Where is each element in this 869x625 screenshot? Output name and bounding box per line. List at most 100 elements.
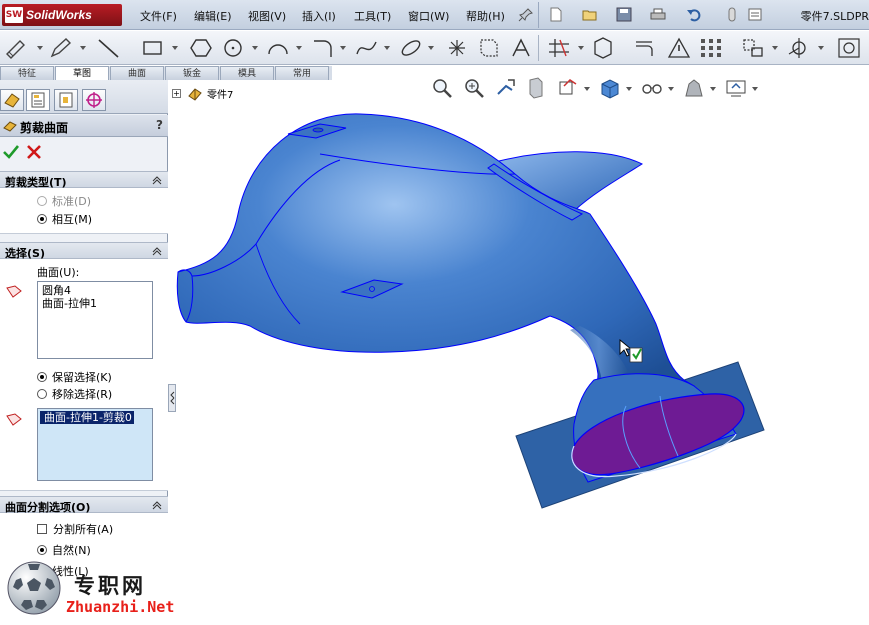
offset-entities-icon[interactable] (632, 36, 658, 60)
section-view-icon[interactable] (524, 76, 548, 100)
dropdown-arrow[interactable] (428, 46, 434, 50)
menu-tools[interactable]: 工具(T) (354, 8, 391, 24)
radio-keep-selection[interactable]: 保留选择(K) (37, 369, 112, 385)
menu-view[interactable]: 视图(V) (248, 8, 286, 24)
sketch-fillet-icon[interactable] (310, 36, 336, 60)
rapid-sketch-icon[interactable] (836, 36, 862, 60)
dolphin-surface-model[interactable] (170, 104, 869, 625)
tree-expander[interactable]: + (172, 89, 181, 98)
display-relations-icon[interactable] (666, 36, 692, 60)
apply-scene-icon[interactable] (682, 76, 706, 100)
dim-expert-tab[interactable] (82, 89, 106, 111)
tab-surfaces[interactable]: 曲面 (110, 66, 164, 80)
sketch-pencil-icon[interactable] (48, 36, 74, 60)
dropdown-arrow[interactable] (80, 46, 86, 50)
convert-entities-icon[interactable] (590, 36, 616, 60)
dropdown-arrow[interactable] (172, 46, 178, 50)
linear-pattern-icon[interactable] (698, 36, 724, 60)
dropdown-arrow[interactable] (626, 87, 632, 91)
tab-mold-tools[interactable]: 模具 (220, 66, 274, 80)
save-icon[interactable] (616, 7, 632, 22)
menu-edit[interactable]: 编辑(E) (194, 8, 232, 24)
feature-manager-tab[interactable] (0, 89, 24, 111)
line-icon[interactable] (96, 36, 122, 60)
part-icon (188, 87, 202, 101)
collapse-chevron-icon[interactable] (152, 500, 162, 510)
dropdown-arrow[interactable] (252, 46, 258, 50)
dropdown-arrow[interactable] (710, 87, 716, 91)
undo-icon[interactable] (686, 7, 702, 22)
surfaces-listbox[interactable]: 圆角4 曲面-拉伸1 (37, 281, 153, 359)
arc-icon[interactable] (265, 36, 291, 60)
list-item[interactable]: 圆角4 (38, 284, 152, 297)
split-options-group-header[interactable]: 曲面分割选项(O) (0, 496, 168, 514)
previous-view-icon[interactable] (494, 76, 518, 100)
collapse-chevron-icon[interactable] (152, 175, 162, 185)
dropdown-arrow[interactable] (340, 46, 346, 50)
tab-sheet-metal[interactable]: 钣金 (165, 66, 219, 80)
sketch-text-icon[interactable] (508, 36, 534, 60)
pin-icon[interactable] (518, 7, 534, 22)
tab-common[interactable]: 常用 (275, 66, 329, 80)
open-document-icon[interactable] (582, 7, 598, 22)
selection-group-header[interactable]: 选择(S) (0, 242, 168, 260)
radio-natural[interactable]: 自然(N) (37, 542, 91, 558)
spline-icon[interactable] (354, 36, 380, 60)
display-style-icon[interactable] (598, 76, 622, 100)
options-icon[interactable] (748, 7, 764, 22)
zoom-to-fit-icon[interactable] (430, 76, 454, 100)
sketch-plane-icon[interactable] (476, 36, 502, 60)
collapse-chevron-icon[interactable] (152, 246, 162, 256)
sketch-toolbar (0, 31, 869, 65)
checkbox-split-all[interactable]: 分割所有(A) (37, 521, 113, 537)
trim-type-group-header[interactable]: 剪裁类型(T) (0, 171, 168, 189)
radio-mutual[interactable]: 相互(M) (37, 211, 92, 227)
list-item-selected[interactable]: 曲面-拉伸1-剪裁0 (40, 411, 134, 424)
feature-tree-flyout[interactable]: + 零件7 (172, 86, 233, 101)
pieces-listbox[interactable]: 曲面-拉伸1-剪裁0 (37, 408, 153, 481)
move-entities-icon[interactable] (740, 36, 766, 60)
view-orientation-icon[interactable] (556, 76, 580, 100)
ellipse-icon[interactable] (398, 36, 424, 60)
ok-check-icon[interactable] (2, 143, 20, 161)
quick-snaps-icon[interactable] (786, 36, 812, 60)
traffic-light-icon[interactable] (724, 7, 740, 22)
dropdown-arrow[interactable] (578, 46, 584, 50)
dropdown-arrow[interactable] (752, 87, 758, 91)
cancel-x-icon[interactable] (25, 143, 43, 161)
tab-features[interactable]: 特征 (0, 66, 54, 80)
point-icon[interactable] (444, 36, 470, 60)
print-icon[interactable] (650, 7, 666, 22)
rectangle-icon[interactable] (140, 36, 166, 60)
circle-icon[interactable] (220, 36, 246, 60)
solidworks-logo[interactable]: SW SolidWorks (2, 4, 122, 26)
property-manager-tab[interactable] (26, 89, 50, 111)
dropdown-arrow[interactable] (584, 87, 590, 91)
list-item[interactable]: 曲面-拉伸1 (38, 297, 152, 310)
dropdown-arrow[interactable] (384, 46, 390, 50)
configuration-icon (59, 92, 73, 108)
dropdown-arrow[interactable] (668, 87, 674, 91)
radio-remove-selection[interactable]: 移除选择(R) (37, 386, 112, 402)
new-document-icon[interactable] (548, 7, 564, 22)
menu-file[interactable]: 文件(F) (140, 8, 177, 24)
help-button[interactable]: ? (156, 118, 163, 132)
radio-standard[interactable]: 标准(D) (37, 193, 91, 209)
dropdown-arrow[interactable] (37, 46, 43, 50)
zoom-to-area-icon[interactable] (462, 76, 486, 100)
trim-entities-icon[interactable] (546, 36, 572, 60)
dropdown-arrow[interactable] (818, 46, 824, 50)
feature-tree-icon (4, 93, 20, 108)
menu-help[interactable]: 帮助(H) (466, 8, 505, 24)
dropdown-arrow[interactable] (296, 46, 302, 50)
view-settings-icon[interactable] (724, 76, 748, 100)
configuration-manager-tab[interactable] (54, 89, 78, 111)
menu-window[interactable]: 窗口(W) (408, 8, 449, 24)
heads-up-view-toolbar (428, 74, 768, 102)
hide-show-items-icon[interactable] (640, 76, 664, 100)
dropdown-arrow[interactable] (772, 46, 778, 50)
polygon-icon[interactable] (188, 36, 214, 60)
tab-sketch[interactable]: 草图 (55, 66, 109, 80)
menu-insert[interactable]: 插入(I) (302, 8, 336, 24)
smart-dimension-icon[interactable] (4, 36, 30, 60)
